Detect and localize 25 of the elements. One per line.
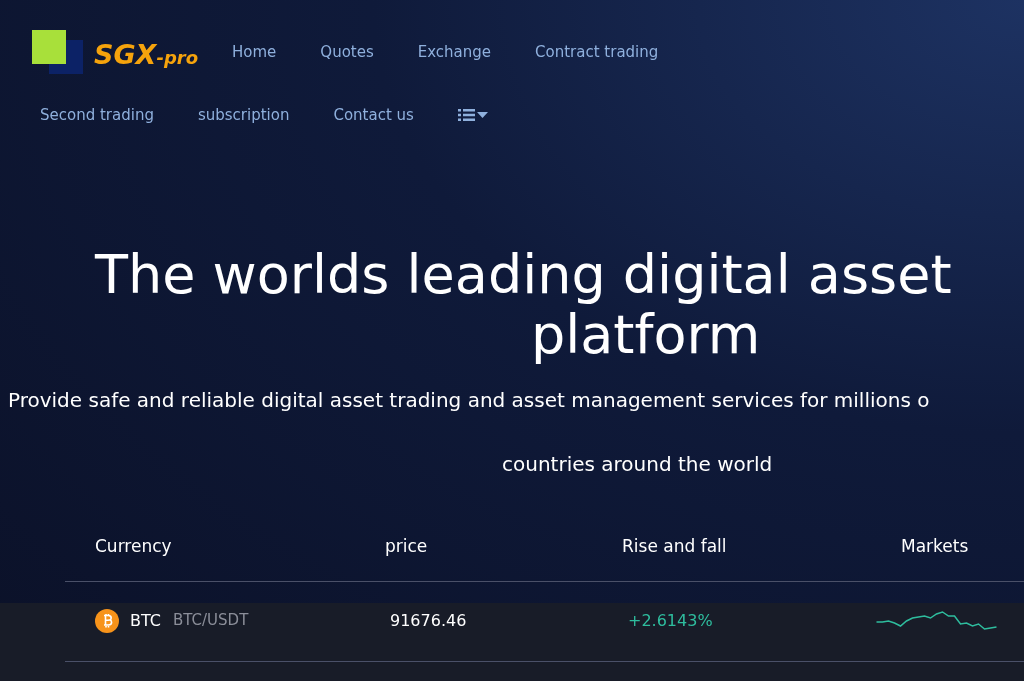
nav-link[interactable]: Quotes bbox=[320, 40, 374, 64]
nav-link[interactable]: Second trading bbox=[40, 104, 154, 127]
brand-name: SGX-pro bbox=[94, 37, 199, 72]
coin-pair: BTC/USDT bbox=[173, 610, 249, 632]
price-text: 91676.46 bbox=[390, 609, 468, 632]
list-icon bbox=[457, 109, 475, 122]
change-text: +2.6143% bbox=[628, 609, 714, 632]
column-header: Currency bbox=[95, 534, 173, 558]
hero-title: The worlds leading digital asset bbox=[93, 244, 953, 305]
hero-title: platform bbox=[531, 304, 761, 365]
nav-link[interactable]: Contract trading bbox=[535, 40, 659, 64]
hero-subtitle: countries around the world bbox=[501, 450, 774, 478]
column-header: Rise and fall bbox=[622, 534, 728, 558]
bitcoin-icon bbox=[95, 608, 119, 633]
coin-symbol: BTC bbox=[130, 609, 161, 632]
nav-link[interactable]: subscription bbox=[197, 104, 290, 127]
nav-link[interactable]: Home bbox=[232, 40, 277, 64]
nav-link[interactable]: Contact us bbox=[333, 104, 414, 127]
hero-subtitle: Provide safe and reliable digital asset trading and asset management services for millions o bbox=[7, 386, 931, 414]
column-header: Markets bbox=[901, 534, 969, 558]
more-menu-button[interactable] bbox=[457, 109, 488, 122]
logo-icon bbox=[32, 30, 84, 74]
nav-link[interactable]: Exchange bbox=[417, 40, 492, 64]
column-header: price bbox=[385, 534, 429, 558]
caret-icon bbox=[476, 112, 488, 119]
